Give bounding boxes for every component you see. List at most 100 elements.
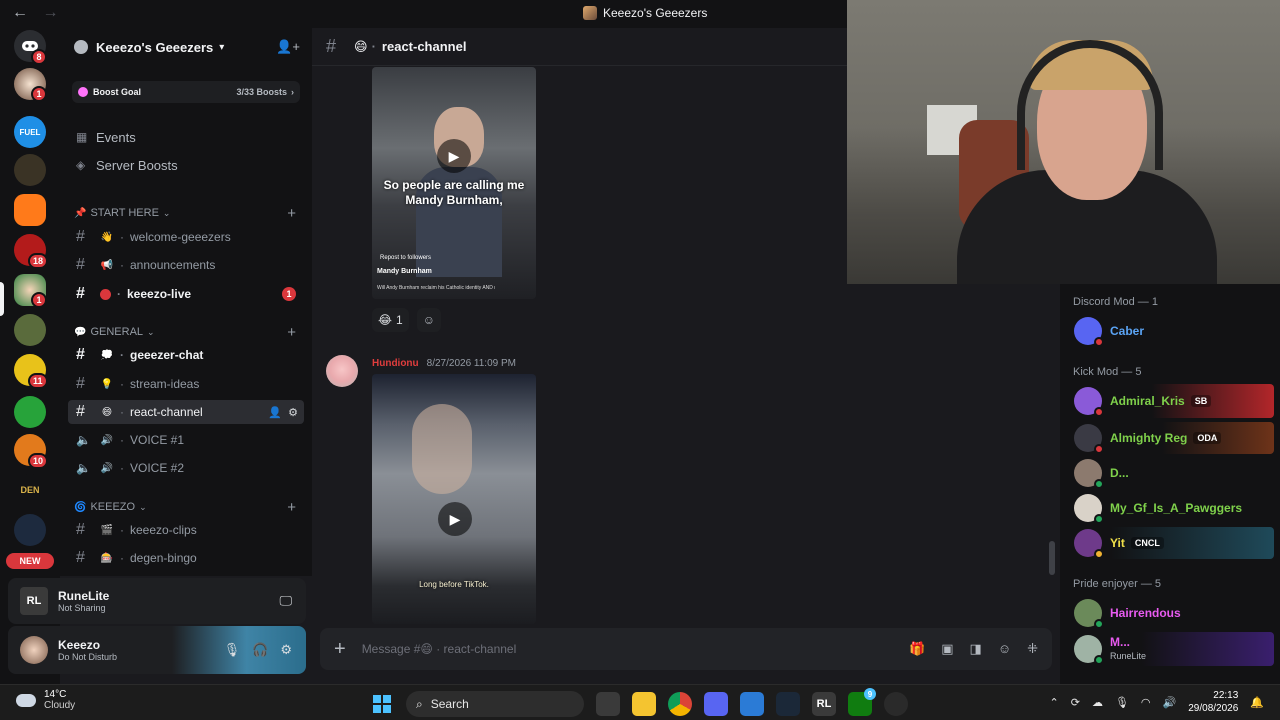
channel-voice-1[interactable]: 🔈 🔊 · VOICE #1: [68, 428, 304, 452]
member-item[interactable]: Almighty Reg ODA: [1070, 422, 1274, 454]
channel-welcome[interactable]: # 👋 · welcome-geeezers: [68, 225, 304, 249]
channel-announcements[interactable]: # 📢 · announcements: [68, 253, 304, 277]
screen-share-icon[interactable]: 🖵: [279, 593, 292, 609]
notifications-icon[interactable]: 🔔: [1250, 696, 1264, 709]
server-header[interactable]: Keeezo's Geeezers ▾ 👤+: [60, 28, 312, 66]
gear-icon[interactable]: ⚙: [280, 642, 292, 658]
gif-icon[interactable]: ▣: [941, 641, 953, 657]
avatar[interactable]: [20, 636, 48, 664]
red-circle-icon: [100, 288, 111, 300]
task-view-icon[interactable]: [596, 692, 620, 716]
windows-start-icon[interactable]: [370, 692, 394, 716]
video-embed-2[interactable]: ▶ Long before TikTok.: [372, 374, 536, 624]
sync-icon[interactable]: ⟳: [1071, 696, 1080, 709]
channel-degen-bingo[interactable]: # 🎰 · degen-bingo: [68, 546, 304, 570]
add-attachment-icon[interactable]: +: [334, 638, 346, 661]
clock[interactable]: 22:13 29/08/2026: [1188, 689, 1238, 715]
weather-widget[interactable]: 14°C Cloudy: [16, 689, 75, 711]
activity-card[interactable]: RL RuneLite Not Sharing 🖵: [8, 578, 306, 624]
server-name: Keeezo's Geeezers: [96, 39, 214, 55]
emoji-icon[interactable]: ☺: [998, 641, 1011, 657]
server-fuel-icon[interactable]: FUEL: [14, 116, 46, 148]
apps-icon[interactable]: ⁜: [1027, 641, 1038, 657]
new-badge[interactable]: NEW: [6, 553, 54, 569]
microphone-icon[interactable]: 🎙: [224, 642, 241, 658]
channel-geeezer-chat[interactable]: # 💭 · geeezer-chat: [68, 343, 304, 367]
channel-react-channel[interactable]: # 😄 · react-channel 👤 ⚙: [68, 400, 304, 424]
onedrive-icon[interactable]: ☁: [1092, 696, 1103, 709]
server-orange-icon[interactable]: [14, 194, 46, 226]
play-icon[interactable]: ▶: [437, 139, 471, 173]
runelite-icon[interactable]: RL: [812, 692, 836, 716]
chevron-up-icon[interactable]: ⌃: [1050, 696, 1059, 709]
member-item[interactable]: Caber: [1070, 315, 1274, 347]
hash-icon: #: [76, 285, 85, 302]
member-item[interactable]: D...: [1070, 457, 1274, 489]
forward-icon[interactable]: →: [42, 4, 58, 21]
channel-label: keeezo-live: [127, 287, 192, 301]
member-item[interactable]: Hairrendous: [1070, 597, 1274, 629]
member-name: Almighty Reg: [1110, 431, 1188, 445]
add-reaction-button[interactable]: ☺: [416, 308, 441, 332]
avatar[interactable]: [326, 355, 358, 387]
headphones-icon[interactable]: 🎧: [252, 642, 268, 658]
xbox-icon[interactable]: 9: [848, 688, 876, 716]
category-start-here[interactable]: 📌 START HERE ⌄ +: [74, 204, 306, 222]
message-author[interactable]: Hundionu: [372, 358, 419, 369]
user-card[interactable]: Keeezo Do Not Disturb 🎙 🎧 ⚙: [8, 626, 306, 674]
message-composer[interactable]: + Message #😄 · react-channel 🎁 ▣ ◨ ☺ ⁜: [320, 628, 1052, 670]
server-game-icon[interactable]: [14, 314, 46, 346]
obs-icon[interactable]: [884, 692, 908, 716]
invite-icon[interactable]: 👤+: [276, 39, 300, 55]
server-den-icon[interactable]: DEN: [14, 474, 46, 506]
chevron-down-icon: ▾: [219, 41, 225, 53]
volume-icon[interactable]: 🔊: [1163, 696, 1177, 709]
category-keeezo[interactable]: 🌀 KEEEZO ⌄ +: [74, 498, 306, 516]
message-input[interactable]: Message #😄 · react-channel: [362, 642, 517, 656]
channel-label: stream-ideas: [130, 377, 200, 391]
discord-icon[interactable]: [704, 692, 728, 716]
server-frog-icon[interactable]: [14, 396, 46, 428]
server-hookah-icon[interactable]: [14, 154, 46, 186]
category-general[interactable]: 💬 GENERAL ⌄ +: [74, 323, 306, 341]
member-item[interactable]: My_Gf_Is_A_Pawggers: [1070, 492, 1274, 524]
channel-keeezo-live[interactable]: # · keeezo-live 1: [68, 282, 304, 306]
add-channel-icon[interactable]: +: [287, 205, 296, 222]
video-embed-1[interactable]: ▶ So people are calling me Mandy Burnham…: [372, 67, 536, 299]
member-item[interactable]: Admiral_Kris SB: [1070, 384, 1274, 418]
boost-count: 3/33 Boosts: [236, 87, 287, 97]
scrollbar[interactable]: [1049, 541, 1055, 575]
back-icon[interactable]: ←: [12, 4, 28, 21]
add-channel-icon[interactable]: +: [287, 499, 296, 516]
microphone-icon[interactable]: 🎙: [1115, 696, 1129, 709]
add-channel-icon[interactable]: +: [287, 324, 296, 341]
user-status: Do Not Disturb: [58, 652, 118, 662]
reaction-laugh[interactable]: 😂 1: [372, 308, 409, 332]
megaphone-icon: 📢: [100, 259, 114, 271]
mention-badge: 1: [282, 287, 296, 301]
chrome-icon[interactable]: [668, 692, 692, 716]
taskbar-search[interactable]: ⌕ Search: [406, 691, 584, 717]
wifi-icon[interactable]: ◠: [1141, 696, 1151, 709]
file-explorer-icon[interactable]: [632, 692, 656, 716]
server-boosts-item[interactable]: ◈ Server Boosts: [68, 153, 304, 177]
steam-icon[interactable]: [776, 692, 800, 716]
member-item[interactable]: M... RuneLite: [1070, 632, 1274, 666]
member-item[interactable]: Yit CNCL: [1070, 527, 1274, 559]
gift-icon[interactable]: 🎁: [909, 641, 925, 657]
boost-goal-bar[interactable]: Boost Goal 3/33 Boosts ›: [72, 81, 300, 103]
hash-icon: #: [76, 375, 85, 392]
gear-icon[interactable]: ⚙: [288, 406, 298, 419]
channel-keeezo-clips[interactable]: # 🎬 · keeezo-clips: [68, 518, 304, 542]
channel-voice-2[interactable]: 🔈 🔊 · VOICE #2: [68, 456, 304, 480]
member-list: Discord Mod — 1 Caber Kick Mod — 5 Admir…: [1060, 284, 1280, 684]
play-icon[interactable]: ▶: [438, 502, 472, 536]
avatar: [1074, 424, 1104, 454]
channel-stream-ideas[interactable]: # 💡 · stream-ideas: [68, 372, 304, 396]
photos-icon[interactable]: [740, 692, 764, 716]
server-gamer-icon[interactable]: [14, 514, 46, 546]
invite-icon[interactable]: 👤: [268, 406, 282, 419]
sticker-icon[interactable]: ◨: [970, 641, 982, 657]
role-header: Pride enjoyer — 5: [1073, 578, 1162, 590]
events-item[interactable]: ▦ Events: [68, 125, 304, 149]
